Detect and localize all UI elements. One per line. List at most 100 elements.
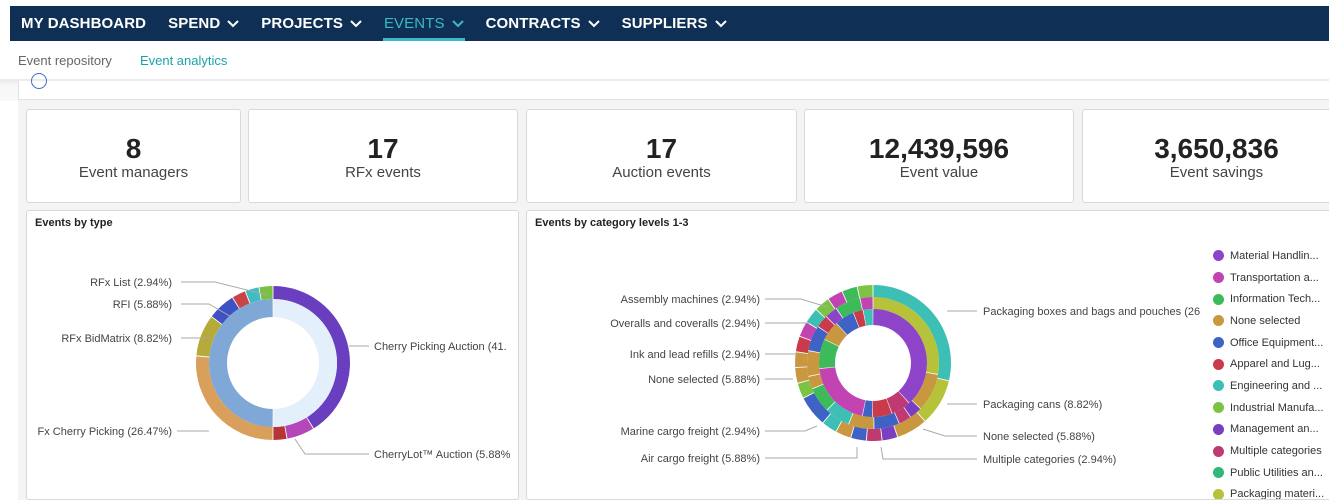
leader-line <box>765 447 858 459</box>
type-outer-slice[interactable] <box>273 425 287 440</box>
legend-label: None selected <box>1230 314 1301 327</box>
chart-label: Air cargo freight (5.88%) <box>641 453 760 465</box>
legend-item[interactable]: Packaging materi... <box>1213 484 1329 500</box>
sub-navigation: Event repository Event analytics <box>0 41 1329 79</box>
legend-swatch-icon <box>1213 315 1224 327</box>
legend-item[interactable]: Material Handlin... <box>1213 245 1329 267</box>
tab-event-repository[interactable]: Event repository <box>18 53 112 68</box>
legend-label: Engineering and ... <box>1230 379 1323 392</box>
nav-projects[interactable]: PROJECTS <box>250 6 373 41</box>
page: MY DASHBOARD SPEND PROJECTS EVENTS CONTR… <box>0 0 1329 500</box>
chart-label: Cherry Picking Auction (41. <box>374 341 507 353</box>
legend-label: Public Utilities an... <box>1230 466 1323 479</box>
category-outer-slice[interactable] <box>857 285 873 299</box>
legend-item[interactable]: Management an... <box>1213 419 1329 441</box>
stat-label: Event value <box>899 164 979 181</box>
legend-swatch-icon <box>1213 402 1224 414</box>
legend-label: Management an... <box>1230 423 1319 436</box>
legend-label: Transportation a... <box>1230 271 1319 284</box>
legend-label: Industrial Manufa... <box>1230 401 1324 414</box>
events-by-type-card: Events by type RFx List (2.94%) RFI (5.8… <box>26 210 519 500</box>
legend-item[interactable]: Apparel and Lug... <box>1213 353 1329 375</box>
nav-suppliers[interactable]: SUPPLIERS <box>611 6 738 41</box>
chart-legend: Material Handlin... Transportation a... … <box>1213 245 1329 500</box>
type-outer-slice[interactable] <box>259 286 273 301</box>
nav-spend[interactable]: SPEND <box>157 6 250 41</box>
chart-label: Overalls and coveralls (2.94%) <box>610 318 760 330</box>
stat-label: Event managers <box>78 164 189 181</box>
stat-value: 8 <box>125 133 142 164</box>
legend-label: Multiple categories <box>1230 445 1322 458</box>
legend-item[interactable]: Multiple categories <box>1213 440 1329 462</box>
top-navigation: MY DASHBOARD SPEND PROJECTS EVENTS CONTR… <box>10 6 1329 41</box>
legend-item[interactable]: Engineering and ... <box>1213 375 1329 397</box>
chevron-down-icon <box>714 19 727 27</box>
category-outer-slice[interactable] <box>866 428 882 441</box>
category-middle-slice[interactable] <box>807 350 821 377</box>
chart-label: RFx List (2.94%) <box>90 277 172 289</box>
stat-value: 3,650,836 <box>1154 133 1279 164</box>
category-outer-slice[interactable] <box>795 336 811 354</box>
legend-label: Packaging materi... <box>1230 488 1325 500</box>
leader-line <box>765 425 818 432</box>
legend-label: Apparel and Lug... <box>1230 358 1320 371</box>
leader-line <box>922 428 977 437</box>
chart-label: Packaging boxes and bags and pouches (26 <box>983 306 1200 318</box>
stat-value: 17 <box>645 133 678 164</box>
chart-label: CherryLot™ Auction (5.88% <box>374 449 511 461</box>
nav-events[interactable]: EVENTS <box>373 6 475 41</box>
legend-swatch-icon <box>1213 293 1224 305</box>
stat-event-value: 12,439,596 Event value <box>804 109 1074 203</box>
chart-label: Ink and lead refills (2.94%) <box>630 349 760 361</box>
category-outer-slice[interactable] <box>851 426 867 441</box>
legend-label: Material Handlin... <box>1230 249 1319 262</box>
legend-label: Office Equipment... <box>1230 336 1324 349</box>
stat-event-managers: 8 Event managers <box>26 109 241 203</box>
events-by-type-chart: RFx List (2.94%) RFI (5.88%) RFx BidMatr… <box>38 277 511 461</box>
chart-label: Fx Cherry Picking (26.47%) <box>38 426 173 438</box>
legend-item[interactable]: Public Utilities an... <box>1213 462 1329 484</box>
expand-icon[interactable] <box>31 73 47 89</box>
nav-label: PROJECTS <box>261 15 343 32</box>
chevron-down-icon <box>587 19 600 27</box>
legend-label: Information Tech... <box>1230 293 1321 306</box>
legend-item[interactable]: Office Equipment... <box>1213 332 1329 354</box>
chevron-down-icon <box>451 19 464 27</box>
legend-swatch-icon <box>1213 488 1224 499</box>
legend-item[interactable]: Transportation a... <box>1213 267 1329 289</box>
nav-contracts[interactable]: CONTRACTS <box>475 6 611 41</box>
legend-swatch-icon <box>1213 250 1224 262</box>
stat-rfx-events: 17 RFx events <box>248 109 518 203</box>
chart-label: None selected (5.88%) <box>983 431 1095 443</box>
legend-swatch-icon <box>1213 423 1224 435</box>
legend-swatch-icon <box>1213 272 1224 284</box>
legend-item[interactable]: Information Tech... <box>1213 288 1329 310</box>
chart-label: Assembly machines (2.94%) <box>621 294 760 306</box>
stat-event-savings: 3,650,836 Event savings <box>1082 109 1329 203</box>
legend-swatch-icon <box>1213 445 1224 457</box>
stat-label: Auction events <box>612 164 711 181</box>
chart-label: Packaging cans (8.82%) <box>983 399 1102 411</box>
stat-value: 12,439,596 <box>868 133 1010 164</box>
chart-label: Multiple categories (2.94%) <box>983 454 1116 466</box>
chevron-down-icon <box>227 19 240 27</box>
legend-item[interactable]: Industrial Manufa... <box>1213 397 1329 419</box>
tab-event-analytics[interactable]: Event analytics <box>140 53 227 68</box>
leader-line <box>294 438 369 455</box>
nav-label: EVENTS <box>383 15 445 32</box>
legend-swatch-icon <box>1213 467 1224 479</box>
category-outer-slice[interactable] <box>795 367 810 383</box>
legend-item[interactable]: None selected <box>1213 310 1329 332</box>
events-by-category-card: Events by category levels 1-3 Assembly m… <box>526 210 1329 500</box>
leader-line <box>765 298 828 308</box>
legend-swatch-icon <box>1213 337 1224 349</box>
chart-label: Marine cargo freight (2.94%) <box>621 426 760 438</box>
nav-label: CONTRACTS <box>485 15 581 32</box>
chart-label: RFx BidMatrix (8.82%) <box>61 333 172 345</box>
legend-swatch-icon <box>1213 380 1224 392</box>
category-middle-slice[interactable] <box>860 297 873 310</box>
nav-my-dashboard[interactable]: MY DASHBOARD <box>10 6 157 41</box>
stat-label: Event savings <box>1169 164 1264 181</box>
leader-line <box>880 446 977 460</box>
events-by-category-chart: Assembly machines (2.94%) Overalls and c… <box>610 285 1200 466</box>
